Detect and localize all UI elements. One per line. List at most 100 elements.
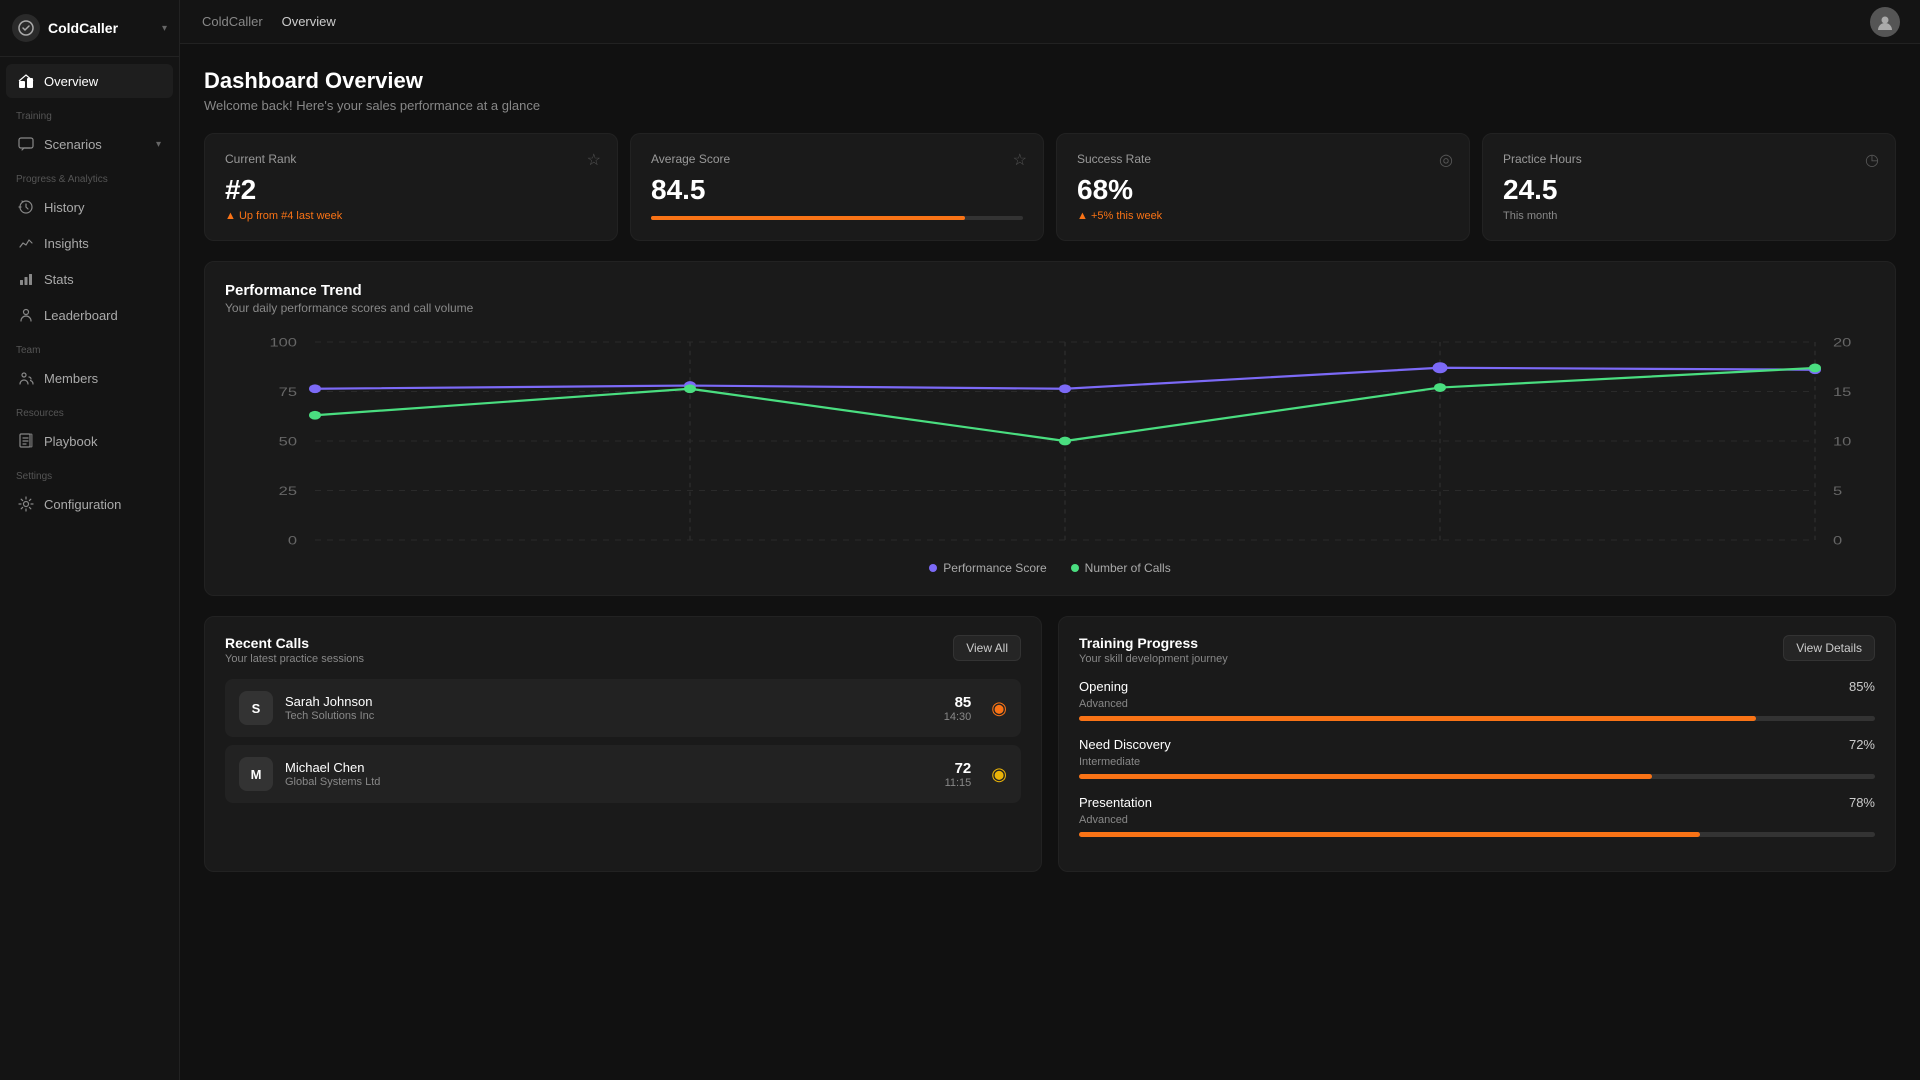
svg-text:10: 10 (1833, 435, 1851, 448)
sidebar-item-insights[interactable]: Insights (6, 226, 173, 260)
members-icon (18, 370, 34, 386)
skill-need-bar (1079, 774, 1875, 779)
call-name-0: Sarah Johnson (285, 694, 932, 709)
score-label: Average Score (651, 152, 1023, 166)
stat-card-hours: Practice Hours ◷ 24.5 This month (1482, 133, 1896, 241)
sidebar: ColdCaller ▾ Overview Training Scenarios… (0, 0, 180, 1080)
rank-sub: ▲ Up from #4 last week (225, 210, 597, 222)
call-score-1: 72 11:15 (945, 760, 972, 789)
skill-opening: Opening 85% Advanced (1079, 679, 1875, 721)
scenarios-label: Scenarios (44, 137, 102, 152)
skill-pres-level: Advanced (1079, 814, 1875, 826)
chevron-down-icon: ▾ (162, 23, 167, 34)
training-header: Training Progress Your skill development… (1079, 635, 1875, 665)
skill-need-level: Intermediate (1079, 756, 1875, 768)
sidebar-item-playbook[interactable]: Playbook (6, 424, 173, 458)
skill-opening-name: Opening (1079, 679, 1128, 694)
recent-calls-card: Recent Calls Your latest practice sessio… (204, 616, 1042, 872)
call-score-val-1: 72 (945, 760, 972, 777)
chart-area: .gridline { stroke: #2a2a2a; stroke-widt… (225, 331, 1875, 551)
leaderboard-icon (18, 307, 34, 323)
svg-text:Thu: Thu (1426, 550, 1454, 551)
stats-icon (18, 271, 34, 287)
skill-pres-fill (1079, 832, 1700, 837)
chart-legend: Performance Score Number of Calls (225, 561, 1875, 575)
call-row-0: S Sarah Johnson Tech Solutions Inc 85 14… (225, 679, 1021, 737)
skill-pres-pct: 78% (1849, 795, 1875, 810)
svg-text:50: 50 (279, 435, 297, 448)
stat-card-rank: Current Rank ☆ #2 ▲ Up from #4 last week (204, 133, 618, 241)
history-label: History (44, 200, 84, 215)
view-all-button[interactable]: View All (953, 635, 1021, 661)
legend-calls-label: Number of Calls (1085, 561, 1171, 575)
call-status-icon-1: ◉ (991, 764, 1007, 785)
call-info-0: Sarah Johnson Tech Solutions Inc (285, 694, 932, 722)
config-icon (18, 496, 34, 512)
leaderboard-label: Leaderboard (44, 308, 118, 323)
insights-icon (18, 235, 34, 251)
skill-need-name: Need Discovery (1079, 737, 1171, 752)
svg-text:0: 0 (1833, 534, 1842, 547)
page-subtitle: Welcome back! Here's your sales performa… (204, 98, 1896, 113)
call-score-0: 85 14:30 (944, 694, 972, 723)
call-row-1: M Michael Chen Global Systems Ltd 72 11:… (225, 745, 1021, 803)
scenarios-chevron: ▾ (156, 139, 161, 150)
call-name-1: Michael Chen (285, 760, 933, 775)
svg-text:5: 5 (1833, 485, 1842, 498)
hours-label: Practice Hours (1503, 152, 1875, 166)
app-logo[interactable]: ColdCaller ▾ (0, 0, 179, 57)
breadcrumb-current: Overview (282, 14, 336, 29)
call-company-1: Global Systems Ltd (285, 776, 933, 788)
legend-performance-label: Performance Score (943, 561, 1046, 575)
svg-text:20: 20 (1833, 336, 1851, 349)
skill-opening-pct: 85% (1849, 679, 1875, 694)
topbar: ColdCaller Overview (180, 0, 1920, 44)
view-details-button[interactable]: View Details (1783, 635, 1875, 661)
skill-need-fill (1079, 774, 1652, 779)
star-filled-icon: ☆ (1013, 150, 1027, 170)
insights-label: Insights (44, 236, 89, 251)
performance-chart: .gridline { stroke: #2a2a2a; stroke-widt… (225, 331, 1875, 551)
yellow-circle-icon: ◉ (991, 764, 1007, 784)
analytics-section-label: Progress & Analytics (0, 162, 179, 189)
call-avatar-1: M (239, 757, 273, 791)
score-progress-bar (651, 216, 1023, 220)
success-sub: ▲ +5% this week (1077, 210, 1449, 222)
stat-card-score: Average Score ☆ 84.5 (630, 133, 1044, 241)
configuration-label: Configuration (44, 497, 121, 512)
sidebar-item-stats[interactable]: Stats (6, 262, 173, 296)
sidebar-item-leaderboard[interactable]: Leaderboard (6, 298, 173, 332)
breadcrumb-app: ColdCaller (202, 14, 263, 29)
call-company-0: Tech Solutions Inc (285, 710, 932, 722)
home-icon (18, 73, 34, 89)
skill-pres-bar (1079, 832, 1875, 837)
sidebar-item-members[interactable]: Members (6, 361, 173, 395)
page-title: Dashboard Overview (204, 68, 1896, 94)
target-icon: ◎ (1439, 150, 1453, 170)
legend-calls: Number of Calls (1071, 561, 1171, 575)
members-label: Members (44, 371, 98, 386)
stats-label: Stats (44, 272, 74, 287)
svg-text:100: 100 (269, 336, 297, 349)
sidebar-item-scenarios[interactable]: Scenarios ▾ (6, 127, 173, 161)
logo-avatar (12, 14, 40, 42)
user-avatar[interactable] (1870, 7, 1900, 37)
skill-opening-level: Advanced (1079, 698, 1875, 710)
sidebar-item-overview[interactable]: Overview (6, 64, 173, 98)
svg-text:75: 75 (279, 386, 297, 399)
star-icon: ☆ (587, 150, 601, 170)
call-status-icon-0: ◉ (991, 698, 1007, 719)
main-area: ColdCaller Overview Dashboard Overview W… (180, 0, 1920, 1080)
svg-text:Fri: Fri (1805, 550, 1824, 551)
clock-icon: ◷ (1865, 150, 1879, 170)
recent-calls-header: Recent Calls Your latest practice sessio… (225, 635, 1021, 665)
sidebar-item-history[interactable]: History (6, 190, 173, 224)
chat-icon (18, 136, 34, 152)
skill-presentation: Presentation 78% Advanced (1079, 795, 1875, 837)
chart-card: Performance Trend Your daily performance… (204, 261, 1896, 596)
svg-text:0: 0 (288, 534, 297, 547)
training-progress-card: Training Progress Your skill development… (1058, 616, 1896, 872)
playbook-icon (18, 433, 34, 449)
sidebar-item-configuration[interactable]: Configuration (6, 487, 173, 521)
rank-value: #2 (225, 174, 597, 206)
